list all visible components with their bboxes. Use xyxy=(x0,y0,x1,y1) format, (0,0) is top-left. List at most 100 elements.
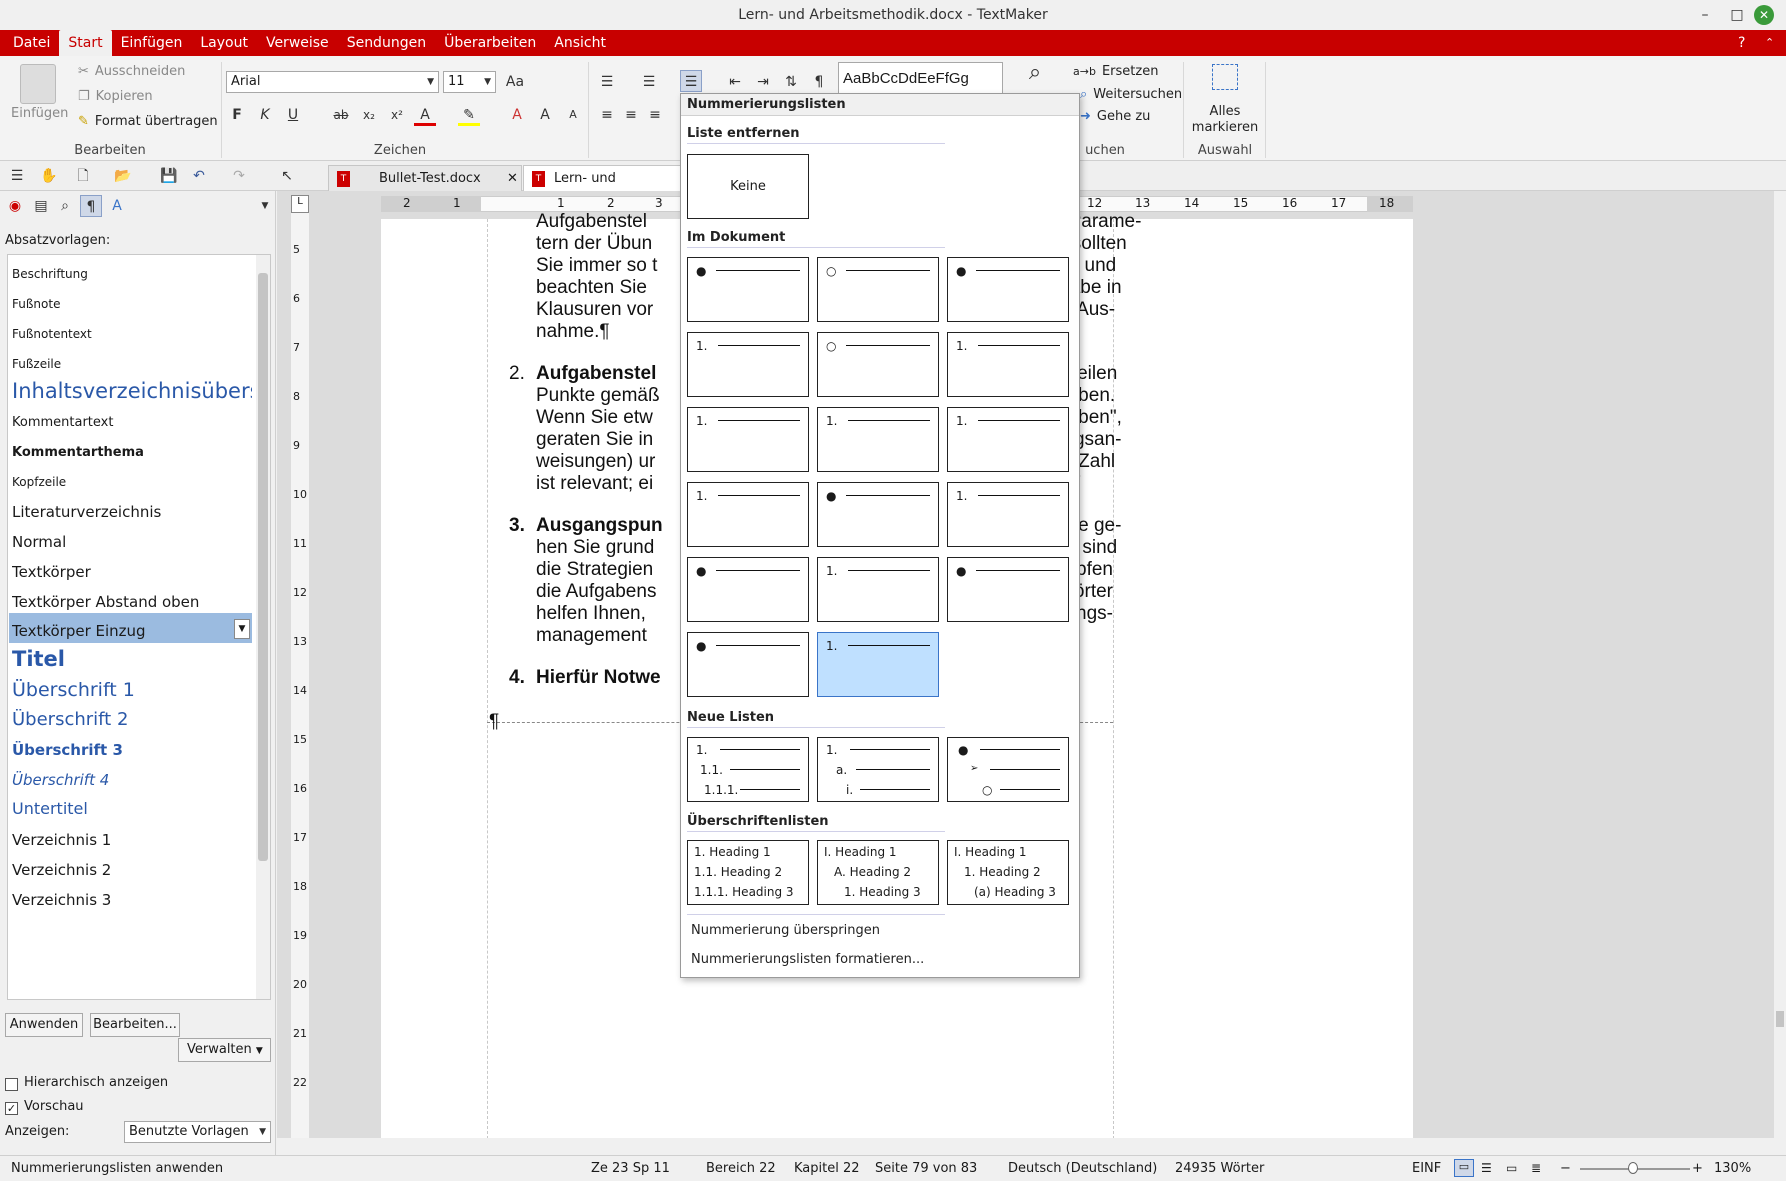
shrink-font-icon[interactable]: A xyxy=(562,104,584,126)
underline-button[interactable]: U xyxy=(282,104,304,126)
menu-ueberarbeiten[interactable]: Überarbeiten xyxy=(435,30,545,56)
chevron-down-icon[interactable]: ▼ xyxy=(234,619,250,639)
menu-layout[interactable]: Layout xyxy=(191,30,257,56)
sort-icon[interactable]: ⇅ xyxy=(780,71,802,93)
status-language[interactable]: Deutsch (Deutschland) xyxy=(1008,1161,1157,1176)
document-list-option[interactable]: ● xyxy=(687,632,809,697)
paste-icon[interactable] xyxy=(20,64,56,104)
save-icon[interactable]: 💾 xyxy=(158,165,180,187)
list-item[interactable]: Inhaltsverzeichnisüberscl xyxy=(12,379,252,403)
highlight-icon[interactable]: ✎ xyxy=(458,104,480,126)
list-item[interactable]: Literaturverzeichnis xyxy=(12,503,252,521)
bullet-list-icon[interactable]: ☰ xyxy=(596,71,618,93)
close-tab-icon[interactable]: ✕ xyxy=(507,166,518,192)
list-item[interactable]: Verzeichnis 1 xyxy=(12,831,252,849)
subscript-icon[interactable]: x₂ xyxy=(358,104,380,126)
heading-list-option[interactable]: I. Heading 1 A. Heading 2 1. Heading 3 xyxy=(817,840,939,905)
select-all-button-line2[interactable]: markieren xyxy=(1192,120,1258,135)
align-right-icon[interactable]: ≡ xyxy=(644,104,666,126)
clear-format-icon[interactable]: A xyxy=(506,104,528,126)
master-page-icon[interactable]: ▭ xyxy=(1506,1161,1517,1175)
skip-numbering-item[interactable]: Nummerierung überspringen xyxy=(691,923,880,938)
maximize-icon[interactable]: □ xyxy=(1722,0,1752,30)
document-list-option[interactable]: ● xyxy=(687,257,809,322)
minimize-icon[interactable]: – xyxy=(1690,0,1720,30)
align-center-icon[interactable]: ≡ xyxy=(620,104,642,126)
menu-start[interactable]: Start xyxy=(59,30,112,56)
list-item[interactable]: Kommentartext xyxy=(12,415,252,430)
heading-list-option[interactable]: 1. Heading 1 1.1. Heading 2 1.1.1. Headi… xyxy=(687,840,809,905)
indent-decrease-icon[interactable]: ⇤ xyxy=(724,71,746,93)
cut-button[interactable]: ✂ Ausschneiden xyxy=(78,64,185,79)
document-list-option[interactable]: 1. xyxy=(947,407,1069,472)
numbered-list-icon[interactable]: ☰ xyxy=(638,71,660,93)
numbering-lists-button[interactable]: ☰ xyxy=(680,70,702,92)
open-folder-icon[interactable]: 📂 xyxy=(112,165,134,187)
ribbon-collapse-icon[interactable]: ⌃ xyxy=(1765,30,1774,56)
document-list-option[interactable]: ● xyxy=(947,557,1069,622)
document-list-option[interactable]: 1. xyxy=(687,332,809,397)
font-name-combo[interactable]: Arial ▼ xyxy=(226,71,439,93)
document-list-option[interactable]: ● xyxy=(687,557,809,622)
list-item[interactable]: Textkörper Abstand oben xyxy=(12,593,252,611)
list-none-option[interactable]: Keine xyxy=(687,154,809,219)
menu-datei[interactable]: Datei xyxy=(4,30,59,56)
style-list-scrollbar[interactable] xyxy=(256,255,270,999)
new-list-option[interactable]: ● ➢ ○ xyxy=(947,737,1069,802)
list-item[interactable]: Fußnote xyxy=(12,297,252,311)
heading-list-option[interactable]: I. Heading 1 1. Heading 2 (a) Heading 3 xyxy=(947,840,1069,905)
select-all-icon[interactable] xyxy=(1212,64,1238,90)
document-list-option[interactable]: ○ xyxy=(817,332,939,397)
zoom-level[interactable]: 130% xyxy=(1714,1161,1751,1176)
zoom-out-icon[interactable]: − xyxy=(1560,1161,1571,1176)
redo-icon[interactable]: ↷ xyxy=(228,165,250,187)
document-list-option[interactable]: 1. xyxy=(947,332,1069,397)
paste-button[interactable]: Einfügen xyxy=(11,106,68,121)
outline-view-icon[interactable]: ☰ xyxy=(1481,1161,1492,1175)
menu-ansicht[interactable]: Ansicht xyxy=(545,30,615,56)
align-left-icon[interactable]: ≡ xyxy=(596,104,618,126)
bold-button[interactable]: F xyxy=(226,104,248,126)
list-item[interactable]: Untertitel xyxy=(12,799,252,818)
compass-icon[interactable]: ◉ xyxy=(4,195,26,217)
list-item[interactable]: Fußnotentext xyxy=(12,327,252,341)
preview-checkbox[interactable]: ✓ xyxy=(5,1102,18,1115)
chevron-down-icon[interactable]: ▼ xyxy=(254,195,276,217)
document-list-option[interactable]: 1. xyxy=(687,482,809,547)
style-gallery[interactable]: AaBbCcDdEeFfGg xyxy=(838,62,1003,96)
document-list-option[interactable]: ● xyxy=(817,482,939,547)
show-filter-combo[interactable]: Benutzte Vorlagen ▼ xyxy=(124,1121,271,1143)
list-item[interactable]: Textkörper xyxy=(12,563,252,581)
scrollbar-thumb[interactable] xyxy=(258,273,268,861)
format-numbering-lists-item[interactable]: Nummerierungslisten formatieren... xyxy=(691,952,924,967)
list-item[interactable]: Verzeichnis 3 xyxy=(12,891,252,909)
indent-increase-icon[interactable]: ⇥ xyxy=(752,71,774,93)
list-item[interactable]: Überschrift 4 xyxy=(12,771,252,789)
new-document-icon[interactable]: 🗋 xyxy=(72,165,94,187)
tab-bullet-test[interactable]: T Bullet-Test.docx ✕ xyxy=(328,165,522,192)
document-list-option[interactable]: ○ xyxy=(817,257,939,322)
list-item[interactable]: Kopfzeile xyxy=(12,475,252,489)
document-list-option[interactable]: 1. xyxy=(947,482,1069,547)
menu-verweise[interactable]: Verweise xyxy=(257,30,338,56)
edit-style-button[interactable]: Bearbeiten... xyxy=(90,1013,180,1037)
new-list-option[interactable]: 1. a. i. xyxy=(817,737,939,802)
close-icon[interactable]: ✕ xyxy=(1754,5,1774,25)
outline-icon[interactable]: ▤ xyxy=(30,195,52,217)
style-list[interactable]: Beschriftung Fußnote Fußnotentext Fußzei… xyxy=(7,254,271,1000)
font-size-combo[interactable]: 11 ▼ xyxy=(443,71,496,93)
tab-stop-icon[interactable]: L xyxy=(291,195,309,213)
character-styles-icon[interactable]: A xyxy=(106,195,128,217)
list-item[interactable]: Beschriftung xyxy=(12,267,252,281)
horizontal-scrollbar[interactable] xyxy=(277,1138,1774,1142)
sidebar-toggle-icon[interactable]: ☰ xyxy=(6,165,28,187)
paragraph-styles-icon[interactable]: ¶ xyxy=(80,195,102,217)
search-icon[interactable]: ⌕ xyxy=(1024,62,1046,84)
italic-button[interactable]: K xyxy=(254,104,276,126)
zoom-in-icon[interactable]: + xyxy=(1692,1161,1703,1176)
list-item[interactable]: Überschrift 3 xyxy=(12,741,252,759)
list-item[interactable]: Überschrift 2 xyxy=(12,709,252,730)
manage-button[interactable]: Verwalten ▼ xyxy=(178,1038,271,1062)
superscript-icon[interactable]: x² xyxy=(386,104,408,126)
grow-font-icon[interactable]: A xyxy=(534,104,556,126)
